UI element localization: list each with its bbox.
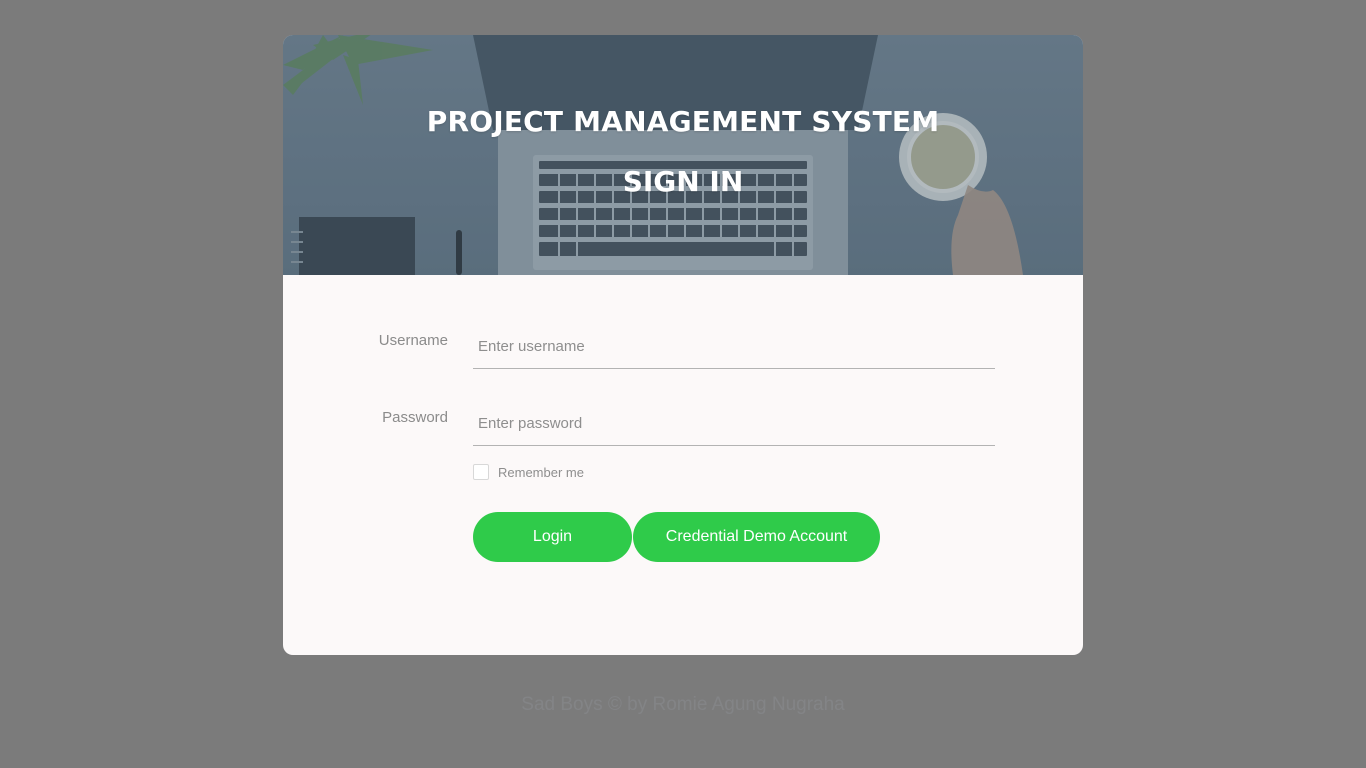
- sign-in-heading: SIGN IN: [622, 165, 744, 198]
- password-input[interactable]: [473, 402, 995, 446]
- remember-me-label: Remember me: [498, 464, 584, 480]
- remember-me-checkbox[interactable]: [473, 464, 489, 480]
- remember-me-row[interactable]: Remember me: [473, 464, 584, 480]
- footer-credit: Sad Boys © by Romie Agung Nugraha: [521, 694, 845, 715]
- username-label: Username: [378, 332, 448, 349]
- password-label: Password: [382, 409, 448, 426]
- username-input[interactable]: [473, 325, 995, 369]
- desk-laptop-image: [283, 35, 1083, 275]
- login-button[interactable]: Login: [473, 512, 632, 562]
- login-card: PROJECT MANAGEMENT SYSTEM SIGN IN Userna…: [283, 35, 1083, 655]
- hero-banner: PROJECT MANAGEMENT SYSTEM SIGN IN: [283, 35, 1083, 275]
- credential-demo-account-button[interactable]: Credential Demo Account: [633, 512, 880, 562]
- app-title: PROJECT MANAGEMENT SYSTEM: [426, 105, 940, 138]
